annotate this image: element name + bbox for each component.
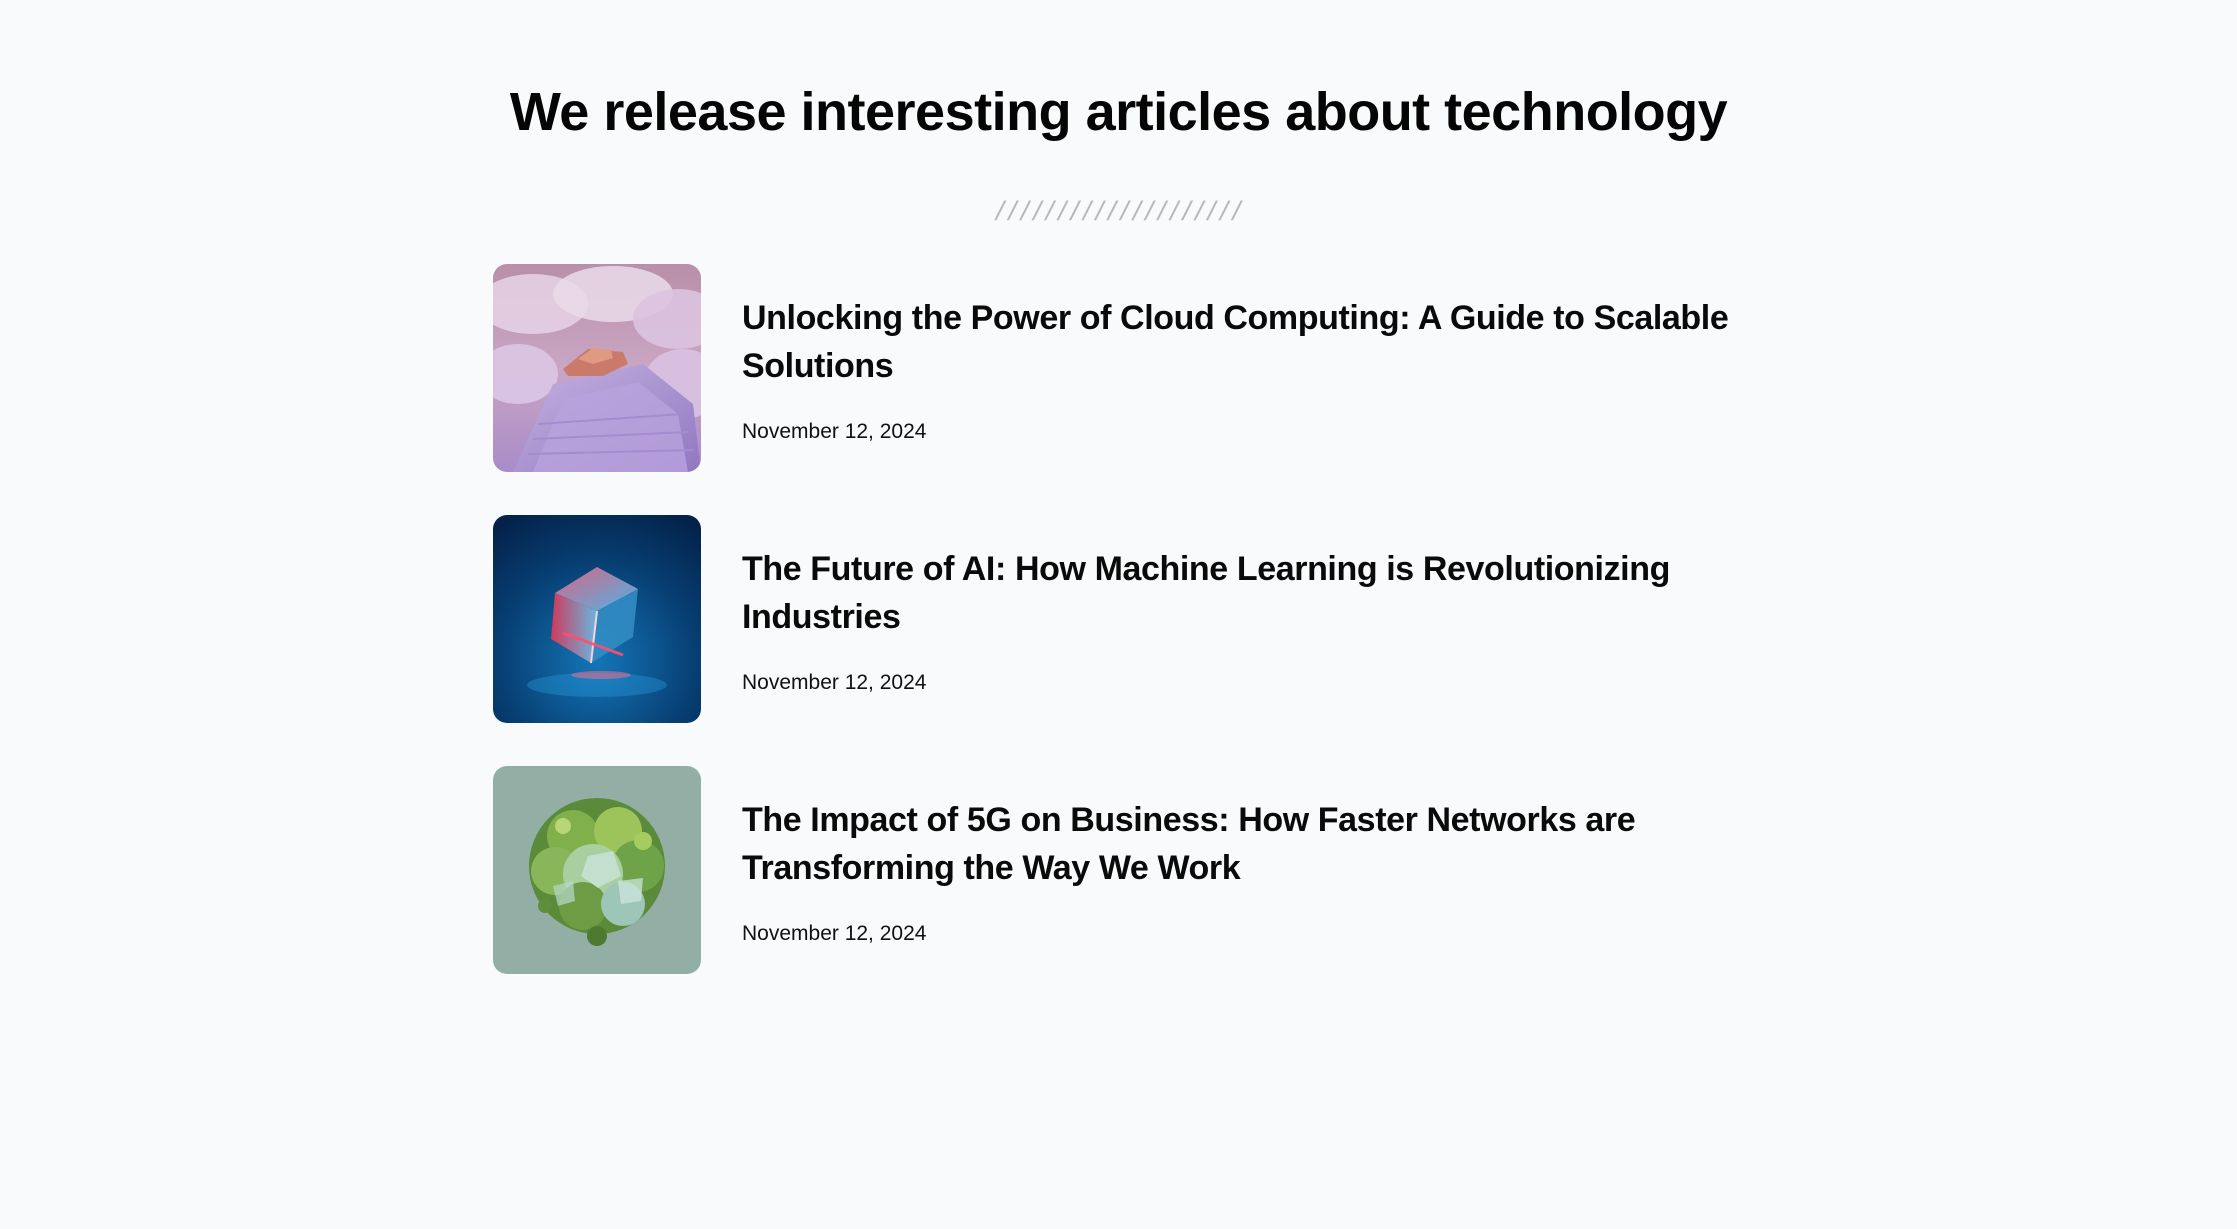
- article-date: November 12, 2024: [742, 922, 927, 945]
- cloud-steps-image: [493, 264, 701, 472]
- glass-cube-image: [493, 515, 701, 723]
- article-item: Unlocking the Power of Cloud Computing: …: [493, 264, 1753, 473]
- articles-section: We release interesting articles about te…: [0, 0, 2237, 1229]
- article-body: The Impact of 5G on Business: How Faster…: [742, 766, 1753, 948]
- article-title-link[interactable]: The Impact of 5G on Business: How Faster…: [742, 796, 1753, 892]
- article-thumbnail-cloud[interactable]: [493, 264, 701, 472]
- article-item: The Impact of 5G on Business: How Faster…: [493, 766, 1753, 975]
- article-list: Unlocking the Power of Cloud Computing: …: [493, 264, 1753, 1017]
- article-thumbnail-5g[interactable]: [493, 766, 701, 974]
- article-body: The Future of AI: How Machine Learning i…: [742, 515, 1753, 697]
- article-title-link[interactable]: The Future of AI: How Machine Learning i…: [742, 545, 1753, 641]
- green-foliage-sphere-image: [493, 766, 701, 974]
- article-thumbnail-ai[interactable]: [493, 515, 701, 723]
- article-body: Unlocking the Power of Cloud Computing: …: [742, 264, 1753, 446]
- section-heading: We release interesting articles about te…: [509, 82, 1728, 142]
- article-item: The Future of AI: How Machine Learning i…: [493, 515, 1753, 724]
- decorative-divider: ////////////////////: [994, 196, 1245, 224]
- article-date: November 12, 2024: [742, 420, 927, 443]
- article-title-link[interactable]: Unlocking the Power of Cloud Computing: …: [742, 294, 1753, 390]
- article-date: November 12, 2024: [742, 671, 927, 694]
